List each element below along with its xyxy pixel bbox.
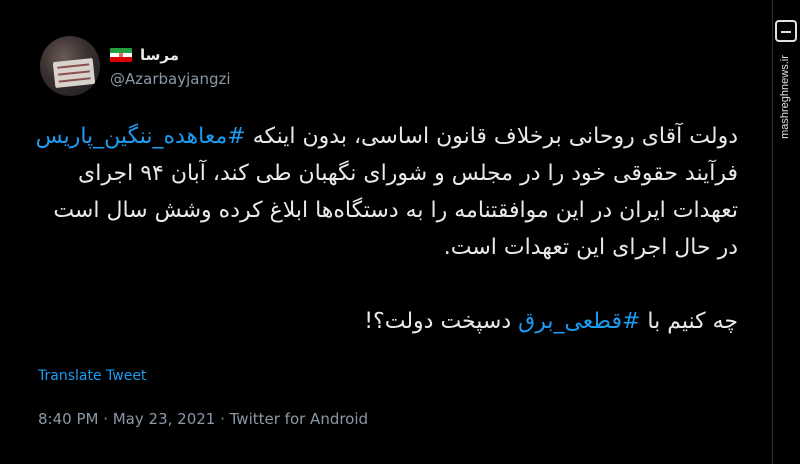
tweet-text-part: فرآیند حقوقی خود را در مجلس و شورای نگهب… [53, 161, 738, 260]
hashtag-link[interactable]: #قطعی_برق [518, 309, 640, 334]
avatar-image [52, 57, 96, 89]
tweet-card: مرسا @Azarbayjangzi دولت آقای روحانی برخ… [0, 0, 773, 464]
watermark: mashreghnews.ir [775, 20, 797, 139]
watermark-site: mashreghnews.ir [779, 55, 791, 139]
tweet-text-part: دولت آقای روحانی برخلاف قانون اساسی، بدو… [245, 124, 738, 149]
tweet-text: دولت آقای روحانی برخلاف قانون اساسی، بدو… [34, 118, 738, 340]
iran-flag-icon [110, 48, 132, 62]
avatar[interactable] [40, 36, 100, 96]
tweet-timestamp[interactable]: 8:40 PM · May 23, 2021 · Twitter for And… [38, 410, 368, 428]
user-handle[interactable]: @Azarbayjangzi [110, 70, 231, 88]
tweet-paragraph-1: دولت آقای روحانی برخلاف قانون اساسی، بدو… [34, 118, 738, 266]
hashtag-link[interactable]: #معاهده_ننگین_پاریس [36, 124, 246, 149]
translate-tweet-link[interactable]: Translate Tweet [38, 368, 146, 384]
author-name-row: مرسا [110, 44, 179, 66]
tweet-text-part: دسپخت دولت؟! [364, 309, 519, 334]
display-name[interactable]: مرسا [140, 46, 179, 64]
tweet-paragraph-2: چه کنیم با #قطعی_برق دسپخت دولت؟! [34, 303, 738, 340]
tweet-text-part: چه کنیم با [640, 309, 738, 334]
mashregh-logo-icon [775, 20, 797, 42]
